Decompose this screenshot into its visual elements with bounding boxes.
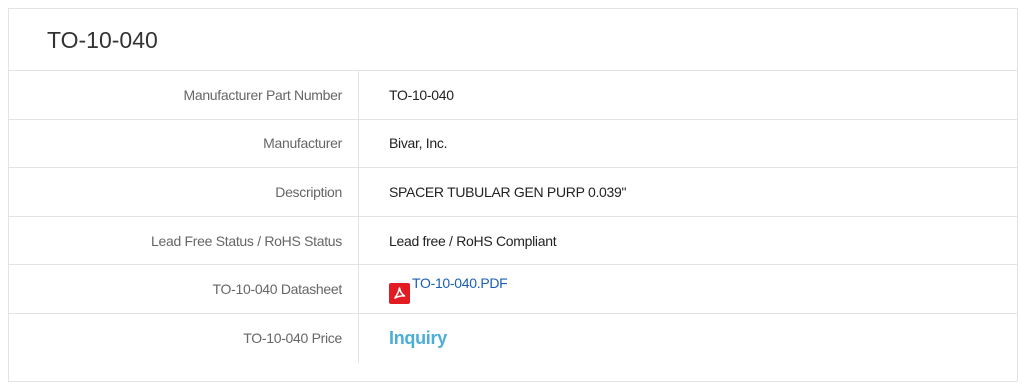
page-title: TO-10-040 xyxy=(9,9,1017,71)
table-row: TO-10-040 Price Inquiry xyxy=(9,313,1017,363)
datasheet-link[interactable]: TO-10-040.PDF xyxy=(389,275,508,304)
row-label-part-number: Manufacturer Part Number xyxy=(9,71,359,119)
table-row: Description SPACER TUBULAR GEN PURP 0.03… xyxy=(9,168,1017,217)
table-row: Manufacturer Bivar, Inc. xyxy=(9,119,1017,169)
row-value-part-number: TO-10-040 xyxy=(389,86,454,103)
table-row: Lead Free Status / RoHS Status Lead free… xyxy=(9,216,1017,266)
row-value-datasheet: TO-10-040.PDF xyxy=(359,265,1017,313)
row-value-description: SPACER TUBULAR GEN PURP 0.039" xyxy=(389,183,627,200)
row-value-price: Inquiry xyxy=(359,314,1017,363)
table-row: TO-10-040 Datasheet TO-10-040.PDF xyxy=(9,265,1017,314)
row-label-price: TO-10-040 Price xyxy=(9,313,359,363)
row-label-rohs-status: Lead Free Status / RoHS Status xyxy=(9,216,359,265)
row-label-datasheet: TO-10-040 Datasheet xyxy=(9,265,359,313)
row-label-description: Description xyxy=(9,168,359,216)
row-label-manufacturer: Manufacturer xyxy=(9,119,359,168)
pdf-icon xyxy=(389,282,410,304)
product-details-panel: TO-10-040 Manufacturer Part Number TO-10… xyxy=(8,8,1018,382)
row-value-manufacturer: Bivar, Inc. xyxy=(389,135,448,152)
datasheet-link-text[interactable]: TO-10-040.PDF xyxy=(412,275,508,291)
inquiry-link[interactable]: Inquiry xyxy=(389,328,447,349)
table-row: Manufacturer Part Number TO-10-040 xyxy=(9,71,1017,120)
row-value-rohs-status: Lead free / RoHS Compliant xyxy=(389,232,557,249)
